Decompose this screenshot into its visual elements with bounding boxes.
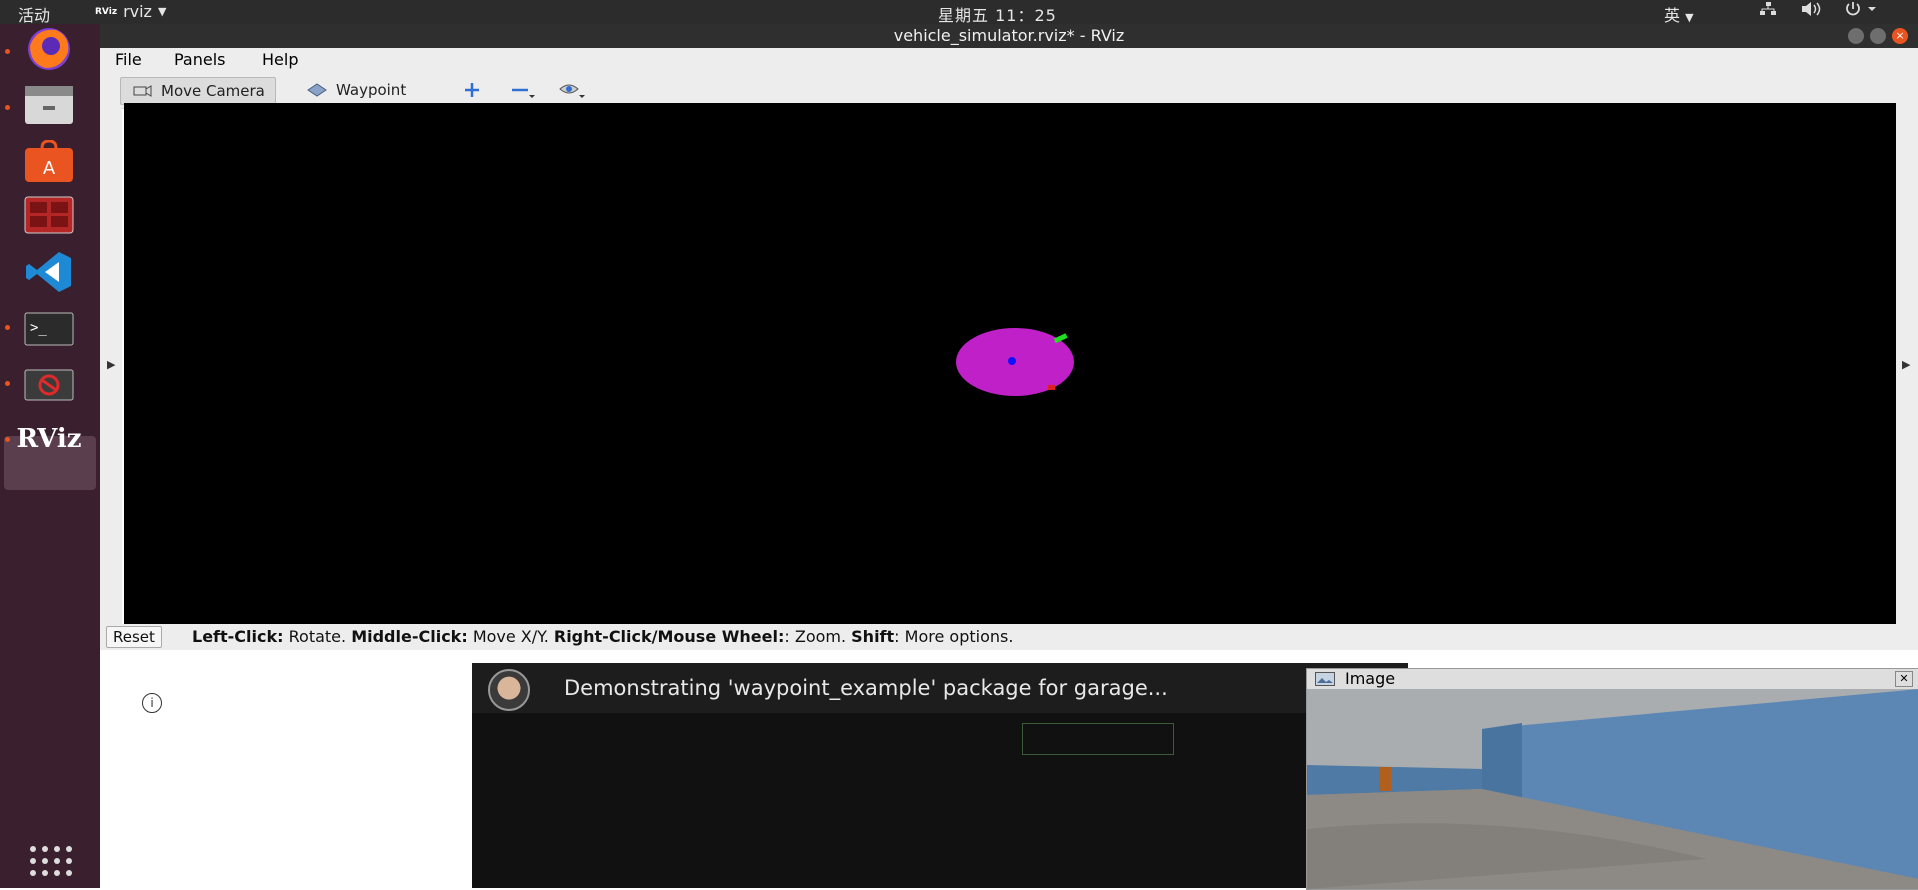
top-bar: 活动 RViz rviz ▼ 星期五 11：25 英 ▼ — [0, 0, 1918, 26]
chevron-down-icon: ▼ — [1685, 11, 1694, 24]
dock: A >_ RViz — [0, 24, 100, 888]
svg-text:>_: >_ — [30, 320, 47, 336]
svg-text:A: A — [43, 158, 56, 179]
image-window-title: Image — [1345, 669, 1396, 688]
image-icon — [1315, 672, 1335, 686]
waypoint-tool[interactable]: Waypoint — [306, 77, 406, 103]
hint-shift-desc: : More options. — [894, 627, 1014, 646]
system-tray[interactable] — [1758, 1, 1878, 17]
window-controls: × — [1848, 28, 1908, 44]
rviz-dock-icon[interactable]: RViz — [16, 414, 82, 464]
chevron-down-icon: ▼ — [157, 5, 167, 18]
move-camera-icon — [133, 85, 152, 97]
image-window-titlebar[interactable]: Image ✕ — [1307, 669, 1918, 689]
running-indicator — [5, 381, 10, 386]
terminal-icon[interactable]: >_ — [16, 304, 82, 354]
camera-image — [1307, 689, 1918, 889]
minus-icon — [512, 88, 535, 98]
hint-left-click: Left-Click: — [192, 627, 284, 646]
render-scene — [956, 328, 1074, 396]
hint-middle-click: Middle-Click: — [351, 627, 468, 646]
minimize-button[interactable] — [1848, 28, 1864, 44]
hint-right-click: Right-Click/Mouse Wheel: — [553, 627, 785, 646]
hint-middle-click-desc: Move X/Y. — [472, 627, 549, 646]
input-method-label: 英 — [1664, 6, 1681, 25]
running-indicator — [5, 49, 10, 54]
plus-icon — [465, 83, 479, 97]
render-viewport[interactable] — [124, 103, 1896, 624]
add-tool-button[interactable] — [462, 77, 482, 103]
window-title: vehicle_simulator.rviz* - RViz — [893, 26, 1125, 45]
input-method-indicator[interactable]: 英 ▼ — [1664, 2, 1694, 26]
close-button[interactable]: × — [1892, 28, 1908, 44]
hint-right-click-desc: : Zoom. — [784, 627, 847, 646]
video-preview[interactable]: Demonstrating 'waypoint_example' package… — [472, 663, 1408, 888]
window-titlebar[interactable]: vehicle_simulator.rviz* - RViz × — [100, 24, 1918, 48]
power-icon — [1846, 2, 1876, 16]
image-window[interactable]: Image ✕ — [1306, 668, 1918, 890]
rviz-dock-label: RViz — [16, 424, 82, 454]
firefox-icon[interactable] — [16, 24, 82, 74]
hint-left-click-desc: Rotate. — [288, 627, 347, 646]
app-menu[interactable]: RViz rviz ▼ — [95, 2, 166, 21]
waypoint-icon — [307, 83, 327, 97]
app-menu-label: rviz — [123, 2, 152, 21]
menu-help[interactable]: Help — [262, 50, 298, 69]
eye-icon — [559, 84, 585, 98]
system-monitor-icon[interactable] — [16, 190, 82, 240]
expand-right-icon[interactable]: ▶ — [1902, 358, 1910, 371]
waypoint-label: Waypoint — [336, 81, 407, 99]
menu-panels[interactable]: Panels — [174, 50, 226, 69]
red-marker — [1048, 385, 1055, 390]
show-applications-icon[interactable] — [16, 836, 82, 886]
blocked-app-icon[interactable] — [16, 360, 82, 410]
move-camera-label: Move Camera — [161, 82, 265, 100]
network-icon — [1760, 2, 1776, 15]
close-icon[interactable]: ✕ — [1895, 671, 1913, 687]
running-indicator — [5, 105, 10, 110]
running-indicator — [5, 325, 10, 330]
move-camera-tool[interactable]: Move Camera — [120, 77, 276, 105]
video-frame-outline — [1022, 723, 1174, 755]
menu-file[interactable]: File — [115, 50, 142, 69]
activities-button[interactable]: 活动 — [18, 2, 50, 26]
left-panel-collapsed[interactable]: ▶ — [100, 108, 122, 624]
running-indicator — [5, 437, 10, 442]
status-bar: Reset Left-Click: Rotate. Middle-Click: … — [100, 624, 1918, 650]
expand-left-icon[interactable]: ▶ — [107, 358, 115, 371]
vehicle-center-point — [1008, 357, 1016, 365]
vscode-icon[interactable] — [16, 247, 82, 297]
volume-icon — [1802, 2, 1821, 16]
app-menu-logo: RViz — [95, 6, 118, 17]
menu-bar: File Panels Help — [100, 48, 1918, 71]
software-center-icon[interactable]: A — [16, 137, 82, 187]
video-header: Demonstrating 'waypoint_example' package… — [472, 663, 1408, 713]
clock[interactable]: 星期五 11：25 — [938, 2, 1057, 26]
video-title[interactable]: Demonstrating 'waypoint_example' package… — [564, 676, 1168, 700]
files-icon[interactable] — [16, 80, 82, 130]
remove-tool-button[interactable] — [510, 77, 536, 103]
hint-shift: Shift — [851, 627, 895, 646]
view-tool-button[interactable] — [558, 77, 586, 103]
reset-button[interactable]: Reset — [106, 626, 162, 648]
info-icon[interactable]: i — [142, 693, 162, 713]
maximize-button[interactable] — [1870, 28, 1886, 44]
right-panel-collapsed[interactable]: ▶ — [1896, 108, 1918, 624]
avatar — [488, 669, 530, 711]
mouse-hint: Left-Click: Rotate. Middle-Click: Move X… — [192, 627, 1013, 646]
